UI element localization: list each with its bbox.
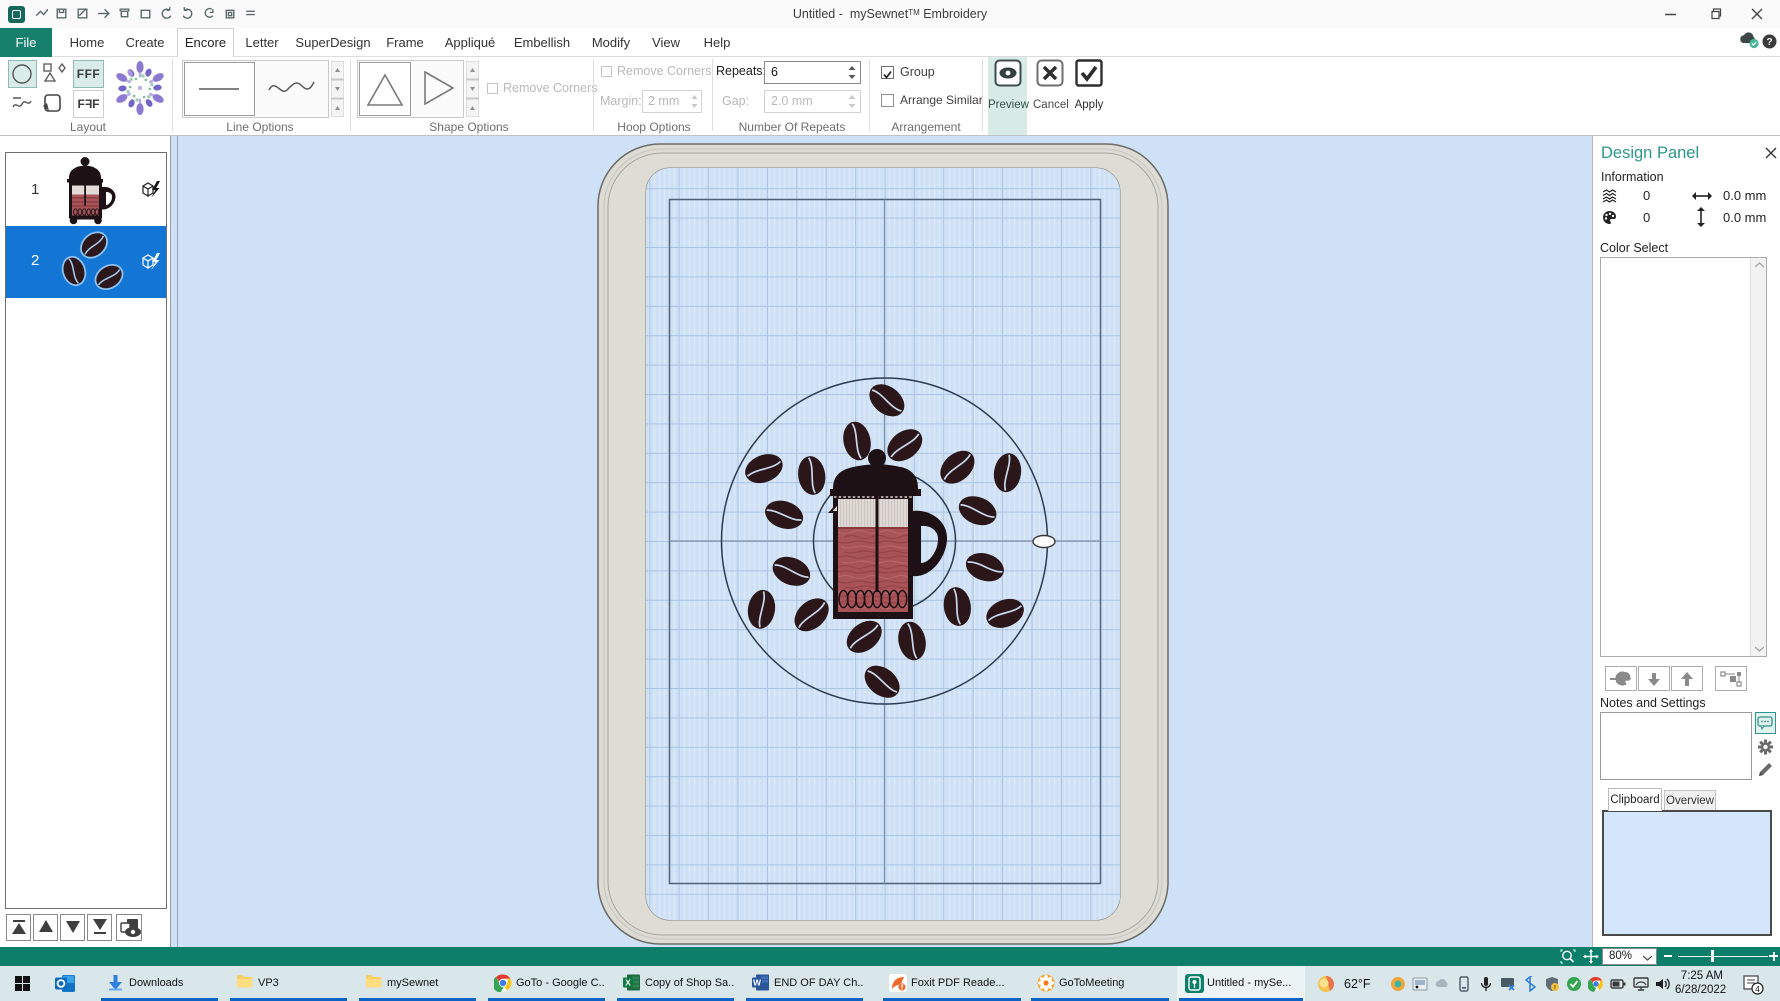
svg-text:?: ? — [1766, 37, 1772, 48]
svg-text:W: W — [753, 978, 762, 988]
svg-text:!: ! — [1554, 985, 1556, 992]
svg-text:X: X — [625, 978, 631, 988]
svg-text:4: 4 — [1755, 984, 1760, 994]
